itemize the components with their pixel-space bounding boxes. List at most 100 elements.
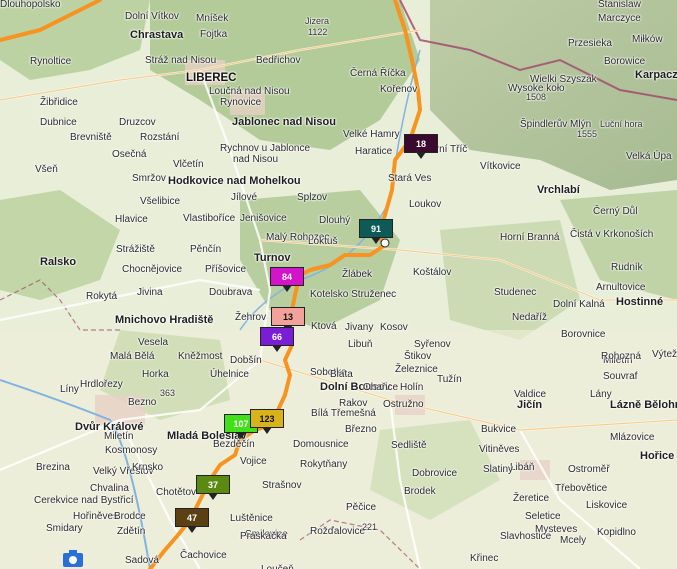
place-label: Loukov bbox=[409, 199, 442, 210]
route-marker[interactable]: 18 bbox=[404, 134, 438, 159]
place-label: Holín bbox=[400, 382, 424, 393]
place-label: Rožďalovice bbox=[310, 526, 366, 537]
place-label: Hořice bbox=[640, 450, 675, 462]
place-label: Jílové bbox=[231, 192, 258, 203]
route-marker[interactable]: 123 bbox=[250, 409, 284, 434]
place-label: Bezděčín bbox=[213, 439, 255, 450]
route-point bbox=[380, 238, 390, 248]
place-label: Malá Bělá bbox=[110, 351, 155, 362]
place-label: Třebovětice bbox=[555, 483, 608, 494]
place-label: Křinec bbox=[470, 553, 499, 564]
place-label: Domousnice bbox=[293, 439, 349, 450]
camera-icon[interactable] bbox=[62, 550, 84, 568]
place-label: Kosmonosy bbox=[105, 445, 158, 456]
place-label: Černý Důl bbox=[593, 206, 638, 217]
route-marker[interactable]: 13 bbox=[271, 307, 305, 332]
place-label: Bukvice bbox=[481, 424, 517, 435]
place-label: Rychnov u Jablonce bbox=[220, 143, 311, 154]
place-label: Ostroměř bbox=[568, 464, 610, 475]
place-label: Liskovice bbox=[586, 500, 628, 511]
place-label: Mysteves bbox=[535, 524, 578, 535]
place-label: Jenišovice bbox=[240, 213, 287, 224]
place-label: Haratice bbox=[355, 146, 393, 157]
place-label: Jablonec nad Nisou bbox=[232, 116, 336, 128]
place-label: Rokytá bbox=[86, 291, 118, 302]
place-label: Sedliště bbox=[391, 440, 427, 451]
place-label: Cerekvice nad Bystřicí bbox=[34, 495, 134, 506]
place-label: 1122 bbox=[308, 27, 328, 37]
place-label: Hodkovice nad Mohelkou bbox=[168, 175, 301, 187]
place-label: Žeretice bbox=[513, 493, 550, 504]
place-label: Marczyce bbox=[598, 13, 641, 24]
place-label: Všelibice bbox=[140, 196, 181, 207]
place-label: Strašnov bbox=[262, 480, 302, 491]
place-label: Kopidlno bbox=[597, 527, 636, 538]
place-label: Libáň bbox=[510, 462, 535, 473]
place-label: Horní Branná bbox=[500, 232, 560, 243]
place-label: Bezno bbox=[128, 397, 157, 408]
map-view[interactable]: Dolní Vítkov Chrastava Mníšek Fojtka Jizera 1… bbox=[0, 0, 677, 569]
place-label: Ostružno bbox=[383, 399, 424, 410]
place-label: Miletín bbox=[104, 431, 134, 442]
place-label: Dolní Kalná bbox=[553, 299, 605, 310]
place-label: nad Nisou bbox=[233, 154, 279, 165]
place-label: Koštálov bbox=[413, 267, 452, 278]
place-label: Dolní Vítkov bbox=[125, 11, 179, 22]
place-label: Splzov bbox=[297, 192, 328, 203]
place-label: Hostinné bbox=[616, 296, 664, 308]
place-label: Jivany bbox=[345, 322, 374, 333]
place-label: Velké Hamry bbox=[343, 129, 400, 140]
place-label: 363 bbox=[160, 388, 176, 398]
place-label: Stráž nad Nisou bbox=[145, 55, 217, 66]
place-label: Brezina bbox=[36, 462, 70, 473]
place-label: Jivina bbox=[137, 287, 163, 298]
place-label: Vesela bbox=[138, 337, 169, 348]
route-marker[interactable]: 91 bbox=[359, 219, 393, 244]
place-label: Loučeň bbox=[261, 565, 294, 569]
place-label: Jizera bbox=[305, 16, 330, 26]
place-label: Brevniště bbox=[70, 132, 112, 143]
place-label: Všeň bbox=[35, 164, 58, 175]
place-label: Chocnějovice bbox=[122, 264, 183, 275]
place-label: Vrchlabí bbox=[537, 184, 580, 196]
place-label: Březno bbox=[345, 424, 377, 435]
place-label: Strážiště bbox=[116, 244, 155, 255]
place-label: Rohozná bbox=[601, 351, 642, 362]
place-label: Syřenov bbox=[414, 339, 451, 350]
place-label: Hořiněves bbox=[73, 511, 119, 522]
place-label: 1555 bbox=[577, 129, 598, 139]
place-label: Nedaříž bbox=[512, 312, 548, 323]
place-label: Dobrovice bbox=[412, 468, 458, 479]
place-label: Druzcov bbox=[119, 117, 156, 128]
place-label: Slatiny bbox=[483, 464, 514, 475]
place-label: Ktová bbox=[311, 321, 337, 332]
place-label: Lány bbox=[590, 389, 612, 400]
place-label: Bedřichov bbox=[256, 55, 301, 66]
place-label: Lázně Bělohrad bbox=[610, 399, 677, 411]
place-label: Dlouhý bbox=[319, 215, 351, 226]
place-label: Borovnice bbox=[561, 329, 606, 340]
route-marker[interactable]: 66 bbox=[260, 327, 294, 352]
place-label: Turnov bbox=[254, 252, 291, 264]
place-label: Jičín bbox=[517, 399, 543, 411]
place-label: Arnultovice bbox=[596, 282, 646, 293]
place-label: Vitiněves bbox=[479, 444, 520, 455]
place-label: Zdětín bbox=[117, 526, 146, 537]
place-label: Vítkovice bbox=[480, 161, 521, 172]
place-label: Hlavice bbox=[115, 214, 148, 225]
place-label: Vlčetín bbox=[173, 159, 204, 170]
place-label: Dlouhopolsko bbox=[0, 0, 61, 10]
place-label: Doubrava bbox=[209, 287, 253, 298]
place-label: Líny bbox=[60, 384, 79, 395]
route-marker[interactable]: 37 bbox=[196, 475, 230, 500]
place-label: Smidary bbox=[46, 523, 83, 534]
place-label: Kosov bbox=[380, 322, 408, 333]
route-marker[interactable]: 84 bbox=[270, 267, 304, 292]
place-label: Smržov bbox=[132, 173, 166, 184]
route-marker[interactable]: 47 bbox=[175, 508, 209, 533]
place-label: Rokytňany bbox=[300, 459, 348, 470]
place-label: Chrastava bbox=[130, 29, 184, 41]
place-label: Vojice bbox=[240, 456, 267, 467]
place-label: Praskačka bbox=[240, 531, 287, 542]
place-label: Čachovice bbox=[180, 550, 227, 561]
